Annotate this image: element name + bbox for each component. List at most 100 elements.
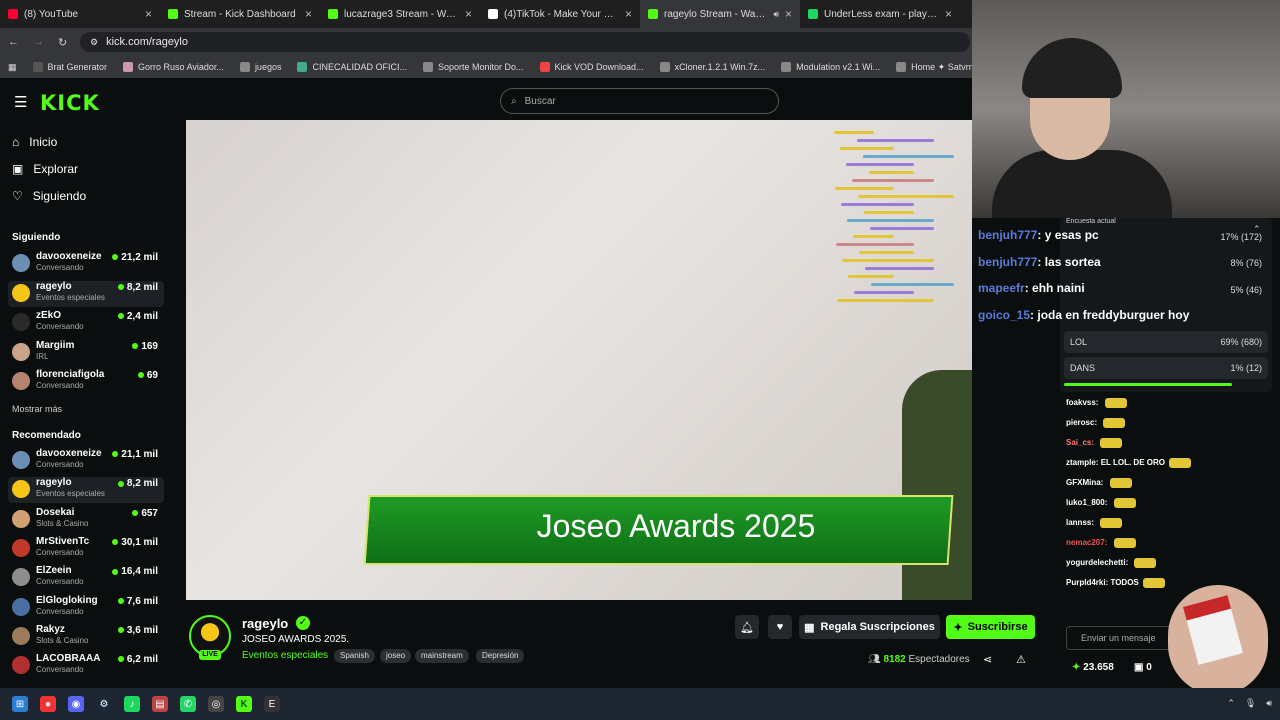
tab-close-icon[interactable]: × [465, 7, 472, 21]
kick-logo[interactable]: KICK [40, 91, 100, 115]
sidebar-channel[interactable]: Margiim IRL 169 [8, 340, 164, 366]
volume-icon[interactable]: 🔊︎ [1266, 698, 1272, 709]
windows-start-icon[interactable]: ⊞ [12, 696, 28, 712]
sidebar-channel[interactable]: MrStivenTc Conversando 30,1 mil [8, 536, 164, 562]
forward-icon[interactable]: → [33, 36, 44, 48]
sidebar-channel[interactable]: rageylo Eventos especiales 8,2 mil [8, 477, 164, 504]
nav-explore[interactable]: ▣ Explorar [12, 162, 78, 176]
bookmark-item[interactable]: juegos [239, 62, 281, 72]
bookmark-item[interactable]: CINECALIDAD OFICI... [297, 62, 407, 72]
nav-home[interactable]: ⌂ Inicio [12, 135, 57, 149]
streamer-name[interactable]: rageylo [242, 616, 288, 631]
tag-mainstream[interactable]: mainstream [415, 649, 469, 663]
browser-tab[interactable]: (4)TikTok - Make Your Day × [480, 0, 640, 28]
notification-bell-button[interactable]: 🔔︎ [735, 615, 759, 639]
sidebar-channel[interactable]: ElGlogloking Conversando 7,6 mil [8, 595, 164, 621]
browser-tab[interactable]: (8) YouTube × [0, 0, 160, 28]
sidebar-channel[interactable]: florenciafigola Conversando 69 [8, 369, 164, 395]
chat-username[interactable]: pierosc: [1066, 418, 1097, 427]
discord-icon[interactable]: ◉ [68, 696, 84, 712]
menu-icon[interactable]: ☰ [14, 93, 27, 111]
back-icon[interactable]: ← [8, 36, 19, 48]
video-player[interactable]: Joseo Awards 2025 [186, 120, 972, 600]
search-input[interactable]: ⌕ Buscar [500, 88, 779, 114]
poll-option[interactable]: DANS 1% (12) [1064, 357, 1268, 379]
obs-icon[interactable]: ◎ [208, 696, 224, 712]
subscribe-button[interactable]: ✦ Suscribirse [946, 615, 1035, 639]
poll-option[interactable]: LOL 69% (680) [1064, 331, 1268, 353]
microphone-icon[interactable]: 🎙︎ [1245, 698, 1256, 709]
chat-username[interactable]: mapeefr [978, 281, 1025, 295]
bookmark-item[interactable]: Gorro Ruso Aviador... [123, 62, 224, 72]
spotify-icon[interactable]: ♪ [124, 696, 140, 712]
chrome-icon[interactable]: ● [40, 696, 56, 712]
report-icon[interactable]: ⚠ [1016, 653, 1026, 666]
site-info-icon[interactable]: ⚙ [90, 37, 98, 48]
chat-username[interactable]: nemac207: [1066, 538, 1107, 547]
app-icon[interactable]: ▤ [152, 696, 168, 712]
chat-username[interactable]: foakvss: [1066, 398, 1098, 407]
follow-button[interactable]: ♥ [768, 615, 792, 639]
browser-tab[interactable]: rageylo Stream - Watch Live 🔊︎ × [640, 0, 800, 28]
tab-audio-icon[interactable]: 🔊︎ [773, 9, 779, 20]
poll-option[interactable]: 5% (46) [1064, 279, 1268, 301]
apps-icon[interactable]: ▦ [8, 62, 17, 73]
tag-depresion[interactable]: Depresión [476, 649, 525, 663]
show-more-link[interactable]: Mostrar más [12, 404, 62, 414]
chat-username[interactable]: goico_15 [978, 308, 1030, 322]
browser-tab[interactable]: UnderLess exam - playlist by m × [800, 0, 960, 28]
sidebar-channel[interactable]: zEkO Conversando 2,4 mil [8, 310, 164, 336]
stream-category[interactable]: Eventos especiales [242, 650, 328, 661]
sidebar-channel[interactable]: Rakyz Slots & Casino 3,6 mil [8, 624, 164, 650]
bookmark-item[interactable]: Brat Generator [32, 62, 107, 72]
bookmark-label: Gorro Ruso Aviador... [138, 62, 224, 72]
tag-joseo[interactable]: joseo [380, 649, 412, 663]
tab-close-icon[interactable]: × [945, 7, 952, 21]
poll-option-value: 5% (46) [1230, 285, 1262, 295]
bookmark-item[interactable]: Home ✦ Satvrn [896, 62, 972, 73]
video-chat-line [864, 211, 914, 214]
steam-icon[interactable]: ⚙ [96, 696, 112, 712]
reload-icon[interactable]: ↻ [58, 36, 67, 49]
sidebar-channel[interactable]: davooxeneize Conversando 21,2 mil [8, 251, 164, 277]
chat-username[interactable]: Purpld4rki: [1066, 578, 1108, 587]
sidebar-channel[interactable]: Dosekai Slots & Casino 657 [8, 507, 164, 533]
channel-avatar [12, 342, 30, 361]
chat-username[interactable]: ztample: [1066, 458, 1098, 467]
kick-icon[interactable]: K [236, 696, 252, 712]
tab-close-icon[interactable]: × [145, 7, 152, 21]
chat-username[interactable]: benjuh777 [978, 255, 1037, 269]
sidebar-channel[interactable]: LACOBRAAA Conversando 6,2 mil [8, 653, 164, 679]
chat-username[interactable]: lannss: [1066, 518, 1094, 527]
nav-following[interactable]: ♡ Siguiendo [12, 189, 86, 203]
channel-avatar [12, 372, 30, 390]
tray-up-icon[interactable]: ⌃ [1227, 698, 1235, 709]
tab-close-icon[interactable]: × [785, 7, 792, 21]
gift-subs-button[interactable]: ▦ Regala Suscripciones [799, 615, 940, 639]
tag-spanish[interactable]: Spanish [334, 649, 375, 663]
sidebar-channel[interactable]: rageylo Eventos especiales 8,2 mil [8, 280, 164, 307]
share-icon[interactable]: ⋖ [983, 653, 992, 666]
chat-username[interactable]: yogurdelechetti: [1066, 558, 1128, 567]
chat-username[interactable]: luko1_800: [1066, 498, 1107, 507]
sidebar-channel[interactable]: davooxeneize Conversando 21,1 mil [8, 448, 164, 474]
whatsapp-icon[interactable]: ✆ [180, 696, 196, 712]
bookmark-item[interactable]: Soporte Monitor Do... [422, 62, 524, 72]
tab-close-icon[interactable]: × [305, 7, 312, 21]
channel-points[interactable]: ✦ 23.658 [1072, 662, 1114, 673]
browser-tab[interactable]: lucazrage3 Stream - Watch Live × [320, 0, 480, 28]
epic-icon[interactable]: E [264, 696, 280, 712]
channel-viewers: 2,4 mil [117, 311, 158, 322]
browser-tab[interactable]: Stream - Kick Dashboard × [160, 0, 320, 28]
bookmark-item[interactable]: Kick VOD Download... [539, 62, 644, 72]
bookmark-item[interactable]: Modulation v2.1 Wi... [781, 62, 880, 72]
url-field[interactable]: ⚙ kick.com/rageylo [80, 32, 970, 52]
chat-username[interactable]: GFXMina: [1066, 478, 1103, 487]
chat-username[interactable]: Sai_cs: [1066, 438, 1094, 447]
bookmark-item[interactable]: xCloner.1.2.1 Win.7z... [659, 62, 765, 72]
nav-explore-label: Explorar [33, 162, 79, 176]
chat-username[interactable]: benjuh777 [978, 228, 1037, 242]
tab-close-icon[interactable]: × [625, 7, 632, 21]
sidebar-channel[interactable]: ElZeein Conversando 16,4 mil [8, 565, 164, 591]
channel-name: Dosekai [36, 506, 75, 518]
